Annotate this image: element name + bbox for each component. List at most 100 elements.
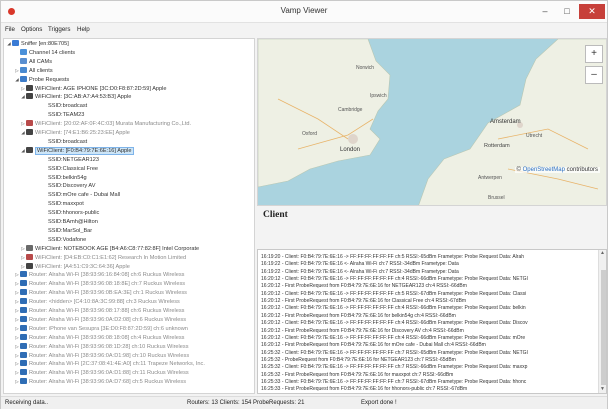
tree-item-label: WiFiClient: AGE IPHONE [3C:D0:F8:87:2D:5… (35, 85, 167, 92)
map-zoom-out-button[interactable]: – (585, 66, 603, 84)
router-icon (20, 333, 27, 340)
maximize-button[interactable]: □ (557, 4, 577, 19)
client-heading: Client (263, 210, 288, 220)
scrollbar-thumb[interactable] (601, 270, 606, 385)
tree-item[interactable]: ▷ Router: Alraha Wi-Fi [38:93:96:16:84:08… (14, 271, 184, 280)
apple-icon (26, 146, 33, 153)
apple-icon (26, 129, 33, 135)
tree-item-label: SSID:NETGEAR123 (48, 156, 99, 163)
minimize-button[interactable]: – (535, 4, 555, 19)
map-label-london: London (340, 147, 360, 153)
tree-item[interactable]: SSID:belkin54g (42, 174, 87, 183)
tree-item[interactable]: ◢ Sniffer [en:80E705] (6, 40, 69, 49)
tree-item[interactable]: ▷ WiFiClient: [20:02:AF:0F:4C:03] Murata … (20, 120, 191, 129)
scroll-up-arrow-icon[interactable]: ▲ (600, 250, 605, 256)
tree-item-label: Probe Requests (29, 76, 70, 83)
tree-item[interactable]: SSID:TEAM23 (42, 111, 84, 120)
router-icon (20, 324, 27, 331)
tree-item[interactable]: SSID:MarSol_Bar (42, 227, 92, 236)
tree-item[interactable]: ◢ WiFiClient: [3C:AB:A7:A4:53:B3] Apple (20, 93, 131, 102)
tree-item[interactable]: ▷ Router: Alraha Wi-Fi [38:93:96:08:1D:28… (14, 342, 189, 352)
tree-item[interactable]: ▷ All clients (14, 66, 53, 76)
tree-item[interactable]: ◢ WiFiClient: [74:E1:B6:25:23:EE] Apple (20, 129, 130, 138)
tree-item[interactable]: ▷ WiFiClient: NOTEBOOK AGE [B4:A6:C8:77:8… (20, 244, 199, 254)
tree-item[interactable]: ▷ Router: Alraha Wi-Fi [38:93:96:0A:D7:68… (14, 378, 186, 387)
tree-item-label: SSID:Vodafone (48, 236, 87, 243)
tree-item-label: SSID:MarSol_Bar (48, 227, 93, 234)
app-window: Vamp Viewer – □ ✕ File Options Triggers … (0, 0, 608, 409)
openstreetmap-link[interactable]: OpenStreetMap (523, 167, 565, 173)
tree-item[interactable]: ▷ Router: Alraha Wi-Fi [38:93:96:08:18:8E… (14, 280, 185, 289)
tree-item-label: Router: Alraha Wi-Fi [38:93:96:0A:D7:68]… (29, 379, 187, 386)
menu-file[interactable]: File (5, 26, 15, 33)
scroll-down-arrow-icon[interactable]: ▼ (600, 386, 605, 392)
tree-item[interactable]: SSID:broadcast (42, 138, 87, 147)
log-scrollbar[interactable]: ▲ ▼ (598, 250, 606, 393)
status-counts: Routers: 13 Clients: 154 ProbeRequests: … (187, 400, 305, 406)
tree-item[interactable]: ▷ Router: <hidden> [C4:10:8A:3C:99:88] ch… (14, 298, 180, 307)
tree-item[interactable]: SSID:BAmh@Hilton (42, 218, 98, 227)
tree-item-label: WiFiClient: [D4:EB:C0:C1:E1:62] Research… (35, 254, 187, 261)
router-icon (20, 271, 27, 278)
tree-item[interactable]: ▷ Router: Alraha Wi-Fi [38:93:96:0B:EA:3E… (14, 289, 187, 298)
tree-item-label: SSID:mOre cafe - Dubai Mall (48, 192, 121, 199)
menu-help[interactable]: Help (77, 26, 90, 33)
router-icon (20, 351, 27, 358)
map-canvas[interactable]: Norwich Amsterdam Utrecht Rotterdam Lond… (258, 39, 607, 206)
tree-item[interactable]: SSID:Vodafone (42, 236, 86, 245)
laptop-icon (26, 244, 33, 251)
tree-item[interactable]: ◢ WiFiClient: [F0:B4:79:7E:6E:16] Apple (20, 146, 134, 156)
clients-icon (20, 66, 27, 73)
tree-item-label: SSID:TEAM23 (48, 112, 85, 119)
client-log[interactable]: 16:19:20 - Client: F0:B4:79:7E:6E:16 -> … (257, 249, 607, 394)
map-zoom-in-button[interactable]: + (585, 45, 603, 63)
tree-item[interactable]: ▷ WiFiClient: [D4:EB:C0:C1:E1:62] Researc… (20, 253, 187, 263)
tree-item[interactable]: ▷ WiFiClient: [A4:51:C9:3C:64:36] Apple (20, 262, 130, 272)
tree-item[interactable]: All CAMs (14, 57, 52, 67)
tree-item[interactable]: SSID:mOre cafe - Dubai Mall (42, 191, 120, 200)
router-icon (20, 315, 27, 322)
attribution-suffix: contributors (566, 167, 598, 173)
tree-item[interactable]: Channel 14 clients (14, 48, 75, 58)
tree-item-label: WiFiClient: [74:E1:B6:25:23:EE] Apple (35, 130, 130, 136)
tree-item[interactable]: SSID:broadcast (42, 102, 87, 111)
tree-item[interactable]: ▷ Router: Alraha Wi-Fi [38:93:96:08:17:88… (14, 307, 184, 316)
tree-item[interactable]: ▷ Router: Alraha Wi-Fi [38:93:96:0A:D2:08… (14, 315, 186, 325)
tree-item-label: SSID:hhonors-public (48, 210, 100, 217)
tree-item[interactable]: ▷ Router: Alraha Wi-Fi [2C:37:08:41:4E:A0… (14, 360, 205, 369)
channel-icon (20, 48, 27, 55)
close-button[interactable]: ✕ (579, 4, 605, 19)
tree-item-label: All CAMs (29, 58, 52, 65)
tree-item[interactable]: ▷ WiFiClient: AGE IPHONE [3C:D0:F8:87:2D:… (20, 84, 167, 94)
tree-item[interactable]: SSID:Classical Free (42, 165, 98, 174)
menu-options[interactable]: Options (21, 26, 42, 33)
apple-icon (26, 262, 33, 269)
status-bar: Receiving data.. Routers: 13 Clients: 15… (1, 396, 607, 409)
map-attribution: © OpenStreetMap contributors (514, 167, 600, 173)
map-view[interactable]: Norwich Amsterdam Utrecht Rotterdam Lond… (257, 38, 607, 206)
tree-item[interactable]: ▷ Router: Alraha Wi-Fi [38:93:96:0A:D1:88… (14, 369, 189, 378)
tree-item[interactable]: ▷ Router: Alraha Wi-Fi [38:93:96:0A:D1:98… (14, 351, 190, 361)
device-tree[interactable]: ◢ Sniffer [en:80E705] Channel 14 clients Al… (3, 38, 255, 394)
tree-item[interactable]: SSID:NETGEAR123 (42, 156, 99, 165)
menu-triggers[interactable]: Triggers (48, 26, 70, 33)
tree-item-label: Router: Alraha Wi-Fi [38:93:96:0A:D1:88]… (29, 370, 189, 377)
map-label-norwich: Norwich (356, 65, 374, 71)
tree-item-label: SSID:Classical Free (48, 165, 99, 172)
tree-item-label: Router: <hidden> [C4:10:8A:3C:99:88] ch:… (29, 299, 180, 306)
tree-item[interactable]: ◢ Probe Requests (14, 75, 70, 85)
router-icon (20, 360, 27, 367)
tree-item[interactable]: SSID:maxxpot (42, 200, 84, 209)
tree-item-label: Router: Alraha Wi-Fi [2C:37:08:41:4E:A0]… (29, 361, 205, 368)
tree-item[interactable]: ▷ Router: iPhone van Sesupra [3E:D0:F8:87… (14, 324, 188, 334)
tree-item[interactable]: SSID:hhonors-public (42, 209, 99, 218)
london-area (348, 134, 358, 144)
tree-item-label: Router: Alraha Wi-Fi [38:93:96:0A:D1:98]… (29, 352, 190, 359)
tree-item-label: SSID:BAmh@Hilton (48, 219, 98, 225)
tree-item[interactable]: ▷ Router: Alraha Wi-Fi [38:93:96:08:18:08… (14, 333, 185, 343)
tree-item[interactable]: SSID:Discovery AV (42, 182, 95, 191)
status-receiving: Receiving data.. (5, 400, 49, 406)
tree-item-label: Router: Alraha Wi-Fi [38:93:96:08:18:08]… (29, 334, 185, 341)
tree-item-label: Router: Alraha Wi-Fi [38:93:96:08:18:8E]… (29, 281, 186, 288)
map-label-ipswich: Ipswich (370, 93, 387, 99)
